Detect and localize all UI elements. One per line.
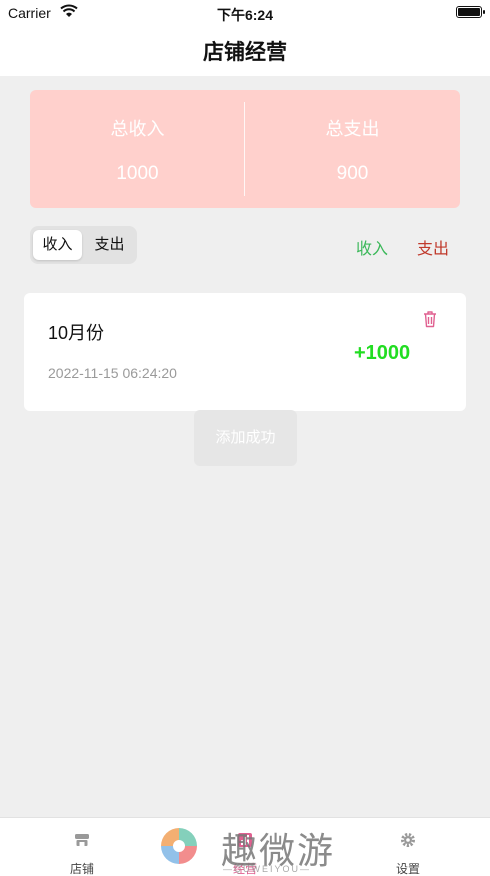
total-income-panel: 总收入 1000 <box>30 90 245 208</box>
status-bar: Carrier 下午6:24 <box>0 0 490 26</box>
add-income-button[interactable]: 收入 <box>356 235 388 259</box>
store-icon <box>75 834 89 846</box>
total-expense-panel: 总支出 900 <box>245 90 460 208</box>
total-expense-value: 900 <box>336 163 369 184</box>
tab-settings-label: 设置 <box>395 862 420 876</box>
total-expense-label: 总支出 <box>325 119 380 139</box>
battery-icon <box>456 6 485 18</box>
watermark-subtitle: —QUWEIYOU— <box>223 864 312 874</box>
type-segmented-control[interactable]: 收入 支出 <box>30 226 137 264</box>
navigation-bar: 店铺经营 <box>0 26 490 76</box>
watermark: 趣微游 —QUWEIYOU— <box>153 820 353 876</box>
tab-settings[interactable]: 设置 <box>348 818 468 876</box>
summary-card: 总收入 1000 总支出 900 <box>30 90 460 208</box>
list-item[interactable]: 10月份 2022-11-15 06:24:20 +1000 <box>24 293 466 411</box>
record-title: 10月份 <box>48 323 105 343</box>
trash-icon[interactable] <box>422 310 438 328</box>
segment-expense[interactable]: 支出 <box>85 230 134 260</box>
success-toast: 添加成功 <box>194 410 297 466</box>
gear-icon <box>401 833 415 847</box>
add-expense-button[interactable]: 支出 <box>417 235 449 259</box>
status-time: 下午6:24 <box>216 7 274 23</box>
page-title: 店铺经营 <box>203 41 287 64</box>
record-amount: +1000 <box>354 342 411 364</box>
total-income-label: 总收入 <box>110 119 165 139</box>
segment-income[interactable]: 收入 <box>33 230 82 260</box>
record-date: 2022-11-15 06:24:20 <box>48 365 177 381</box>
watermark-logo-icon <box>161 828 197 864</box>
tab-store[interactable]: 店铺 <box>22 818 142 876</box>
total-income-value: 1000 <box>116 163 159 184</box>
tab-store-label: 店铺 <box>69 862 94 876</box>
